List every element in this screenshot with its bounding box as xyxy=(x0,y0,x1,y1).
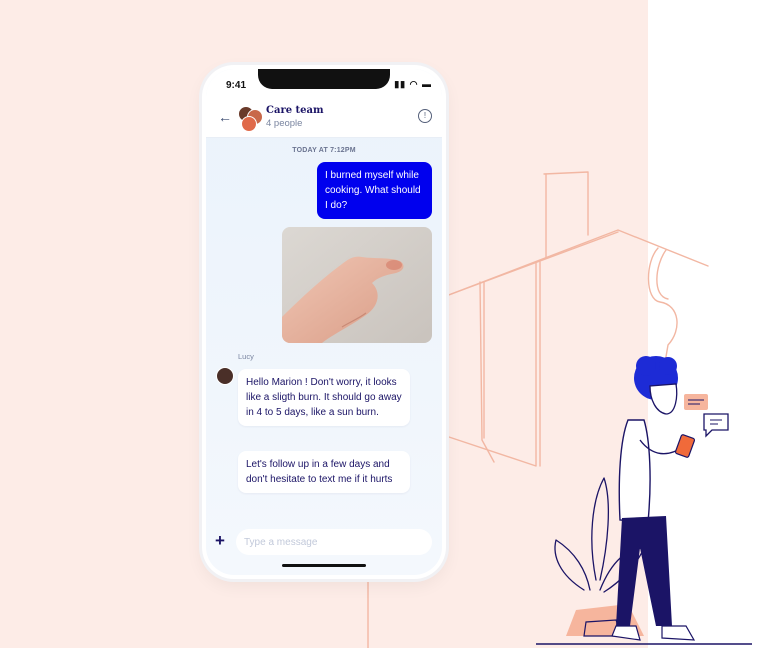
incoming-message: Let's follow up in a few days and don't … xyxy=(238,451,410,493)
back-arrow-icon[interactable]: ← xyxy=(218,109,232,125)
signal-wifi-battery-icons: ▮▮ ◠ ▬ xyxy=(394,79,432,89)
info-icon[interactable]: ! xyxy=(418,109,432,123)
incoming-message: Hello Marion ! Don't worry, it looks lik… xyxy=(238,369,410,426)
phone-notch xyxy=(258,69,390,89)
avatar xyxy=(216,367,234,385)
conversation-subtitle: 4 people xyxy=(266,118,303,129)
day-stamp: TODAY AT 7:12PM xyxy=(292,147,356,154)
message-input[interactable] xyxy=(236,529,432,555)
photo-message[interactable] xyxy=(282,227,432,343)
chat-screen: 9:41 ▮▮ ◠ ▬ ← Care team 4 people ! TODAY… xyxy=(206,69,442,575)
sender-name: Lucy xyxy=(238,352,254,361)
message-composer: + xyxy=(206,527,442,561)
status-time: 9:41 xyxy=(226,80,247,91)
chat-header: ← Care team 4 people ! xyxy=(206,99,442,138)
avatar xyxy=(241,116,257,132)
conversation-title: Care team xyxy=(266,105,324,116)
outgoing-message: I burned myself while cooking. What shou… xyxy=(317,162,432,219)
phone-mockup: 9:41 ▮▮ ◠ ▬ ← Care team 4 people ! TODAY… xyxy=(202,65,446,579)
status-bar: 9:41 ▮▮ ◠ ▬ xyxy=(206,69,442,99)
home-indicator xyxy=(282,564,366,567)
group-avatars xyxy=(238,106,263,132)
plus-icon[interactable]: + xyxy=(215,531,225,551)
